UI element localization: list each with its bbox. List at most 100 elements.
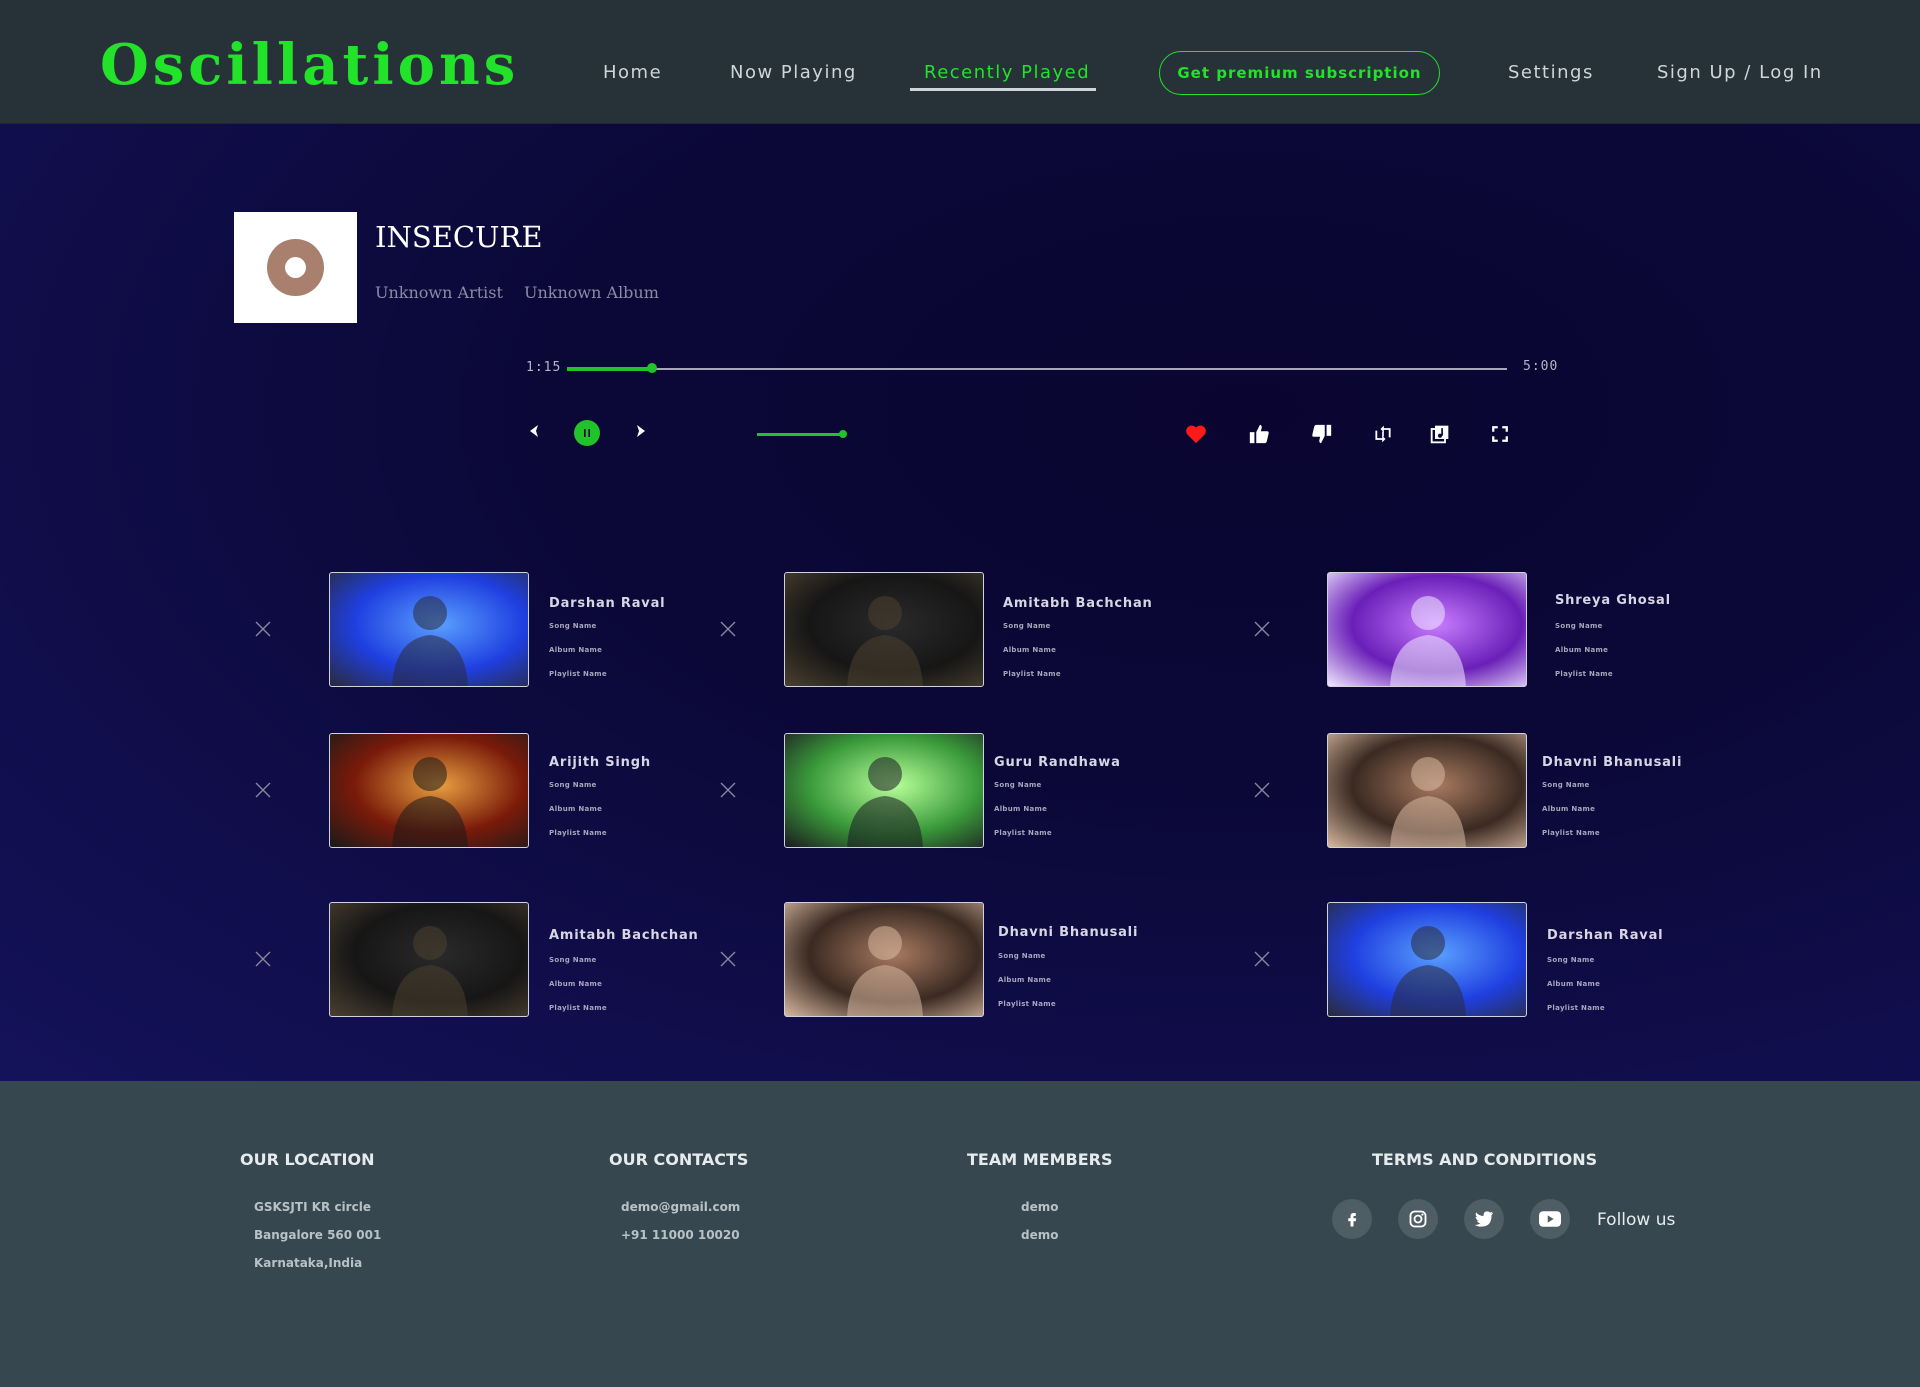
remove-item-button[interactable] <box>719 781 737 799</box>
twitter-icon <box>1474 1211 1494 1227</box>
thumbs-down-icon <box>1312 424 1332 444</box>
close-icon <box>1254 621 1270 637</box>
remove-item-button[interactable] <box>254 620 272 638</box>
facebook-button[interactable] <box>1332 1199 1372 1239</box>
thumbs-down-button[interactable] <box>1309 421 1335 447</box>
remove-item-button[interactable] <box>1253 781 1271 799</box>
card-playlist-name: Playlist Name <box>994 829 1052 837</box>
remove-item-button[interactable] <box>254 781 272 799</box>
artist-thumbnail[interactable] <box>1327 572 1527 687</box>
location-line-3: Karnataka,India <box>254 1256 363 1270</box>
like-heart-button[interactable] <box>1183 421 1209 447</box>
footer-contacts-heading: OUR CONTACTS <box>609 1150 749 1169</box>
remove-item-button[interactable] <box>1253 620 1271 638</box>
remove-item-button[interactable] <box>254 950 272 968</box>
volume-handle[interactable] <box>839 430 847 438</box>
artist-thumbnail[interactable] <box>329 572 529 687</box>
artist-thumbnail[interactable] <box>784 733 984 848</box>
remove-item-button[interactable] <box>719 620 737 638</box>
pause-button[interactable] <box>574 420 600 446</box>
nav-now-playing[interactable]: Now Playing <box>730 62 857 83</box>
card-album-name: Album Name <box>1542 805 1596 813</box>
team-member-2: demo <box>1021 1228 1059 1242</box>
artist-photo <box>392 596 468 686</box>
card-artist-name[interactable]: Darshan Raval <box>1547 928 1663 943</box>
nav-home[interactable]: Home <box>603 62 662 83</box>
artist-thumbnail[interactable] <box>784 572 984 687</box>
artist-thumbnail[interactable] <box>784 902 984 1017</box>
artist-photo <box>847 926 923 1016</box>
progress-fill <box>567 367 652 371</box>
repeat-button[interactable] <box>1370 421 1396 447</box>
volume-slider[interactable] <box>757 430 847 438</box>
card-playlist-name: Playlist Name <box>1555 670 1613 678</box>
card-artist-name[interactable]: Darshan Raval <box>549 596 665 611</box>
team-member-1: demo <box>1021 1200 1059 1214</box>
card-artist-name[interactable]: Shreya Ghosal <box>1555 593 1671 608</box>
card-song-name: Song Name <box>1003 622 1051 630</box>
card-song-name: Song Name <box>1542 781 1590 789</box>
artist-thumbnail[interactable] <box>329 902 529 1017</box>
card-song-name: Song Name <box>998 952 1046 960</box>
nav-active-underline <box>910 88 1096 91</box>
card-song-name: Song Name <box>994 781 1042 789</box>
previous-button[interactable] <box>524 421 544 441</box>
song-artist: Unknown Artist <box>375 283 503 302</box>
logo[interactable]: Oscillations <box>100 32 519 98</box>
remove-item-button[interactable] <box>1253 950 1271 968</box>
close-icon <box>1254 782 1270 798</box>
card-artist-name[interactable]: Dhavni Bhanusali <box>998 925 1138 940</box>
youtube-icon <box>1539 1211 1561 1227</box>
next-button[interactable] <box>631 421 651 441</box>
thumbs-up-button[interactable] <box>1246 421 1272 447</box>
card-artist-name[interactable]: Amitabh Bachchan <box>1003 596 1153 611</box>
song-title: INSECURE <box>375 220 543 254</box>
header: Oscillations Home Now Playing Recently P… <box>0 0 1920 124</box>
card-artist-name[interactable]: Amitabh Bachchan <box>549 928 699 943</box>
card-artist-name[interactable]: Guru Randhawa <box>994 755 1121 770</box>
card-playlist-name: Playlist Name <box>1547 1004 1605 1012</box>
repeat-icon <box>1375 425 1391 443</box>
card-artist-name[interactable]: Dhavni Bhanusali <box>1542 755 1682 770</box>
current-time: 1:15 <box>526 360 562 375</box>
premium-subscription-button[interactable]: Get premium subscription <box>1159 51 1440 95</box>
song-album: Unknown Album <box>524 283 659 302</box>
card-playlist-name: Playlist Name <box>1003 670 1061 678</box>
location-line-2: Bangalore 560 001 <box>254 1228 382 1242</box>
progress-bar[interactable] <box>567 363 1507 373</box>
chevron-left-icon <box>530 425 538 437</box>
artist-photo <box>1390 926 1466 1016</box>
heart-icon <box>1186 425 1206 444</box>
close-icon <box>255 621 271 637</box>
add-to-playlist-button[interactable] <box>1427 421 1453 447</box>
instagram-button[interactable] <box>1398 1199 1438 1239</box>
progress-handle[interactable] <box>646 363 657 373</box>
nav-settings[interactable]: Settings <box>1508 62 1594 83</box>
youtube-button[interactable] <box>1530 1199 1570 1239</box>
nav-recently-played[interactable]: Recently Played <box>924 62 1090 83</box>
fullscreen-button[interactable] <box>1487 421 1513 447</box>
remove-item-button[interactable] <box>719 950 737 968</box>
contact-email[interactable]: demo@gmail.com <box>621 1200 740 1214</box>
card-song-name: Song Name <box>549 622 597 630</box>
twitter-button[interactable] <box>1464 1199 1504 1239</box>
artist-photo <box>392 757 468 847</box>
card-artist-name[interactable]: Arijith Singh <box>549 755 651 770</box>
artist-photo <box>847 596 923 686</box>
fullscreen-icon <box>1492 426 1508 442</box>
contact-phone[interactable]: +91 11000 10020 <box>621 1228 740 1242</box>
card-playlist-name: Playlist Name <box>998 1000 1056 1008</box>
footer-location-heading: OUR LOCATION <box>240 1150 375 1169</box>
pause-icon <box>584 429 590 437</box>
card-album-name: Album Name <box>1003 646 1057 654</box>
card-song-name: Song Name <box>549 956 597 964</box>
artist-photo <box>1390 757 1466 847</box>
artist-thumbnail[interactable] <box>1327 902 1527 1017</box>
nav-signup-login[interactable]: Sign Up / Log In <box>1657 62 1823 83</box>
close-icon <box>255 782 271 798</box>
artist-thumbnail[interactable] <box>1327 733 1527 848</box>
card-playlist-name: Playlist Name <box>549 829 607 837</box>
card-album-name: Album Name <box>1555 646 1609 654</box>
footer-terms-heading[interactable]: TERMS AND CONDITIONS <box>1372 1150 1597 1169</box>
artist-thumbnail[interactable] <box>329 733 529 848</box>
